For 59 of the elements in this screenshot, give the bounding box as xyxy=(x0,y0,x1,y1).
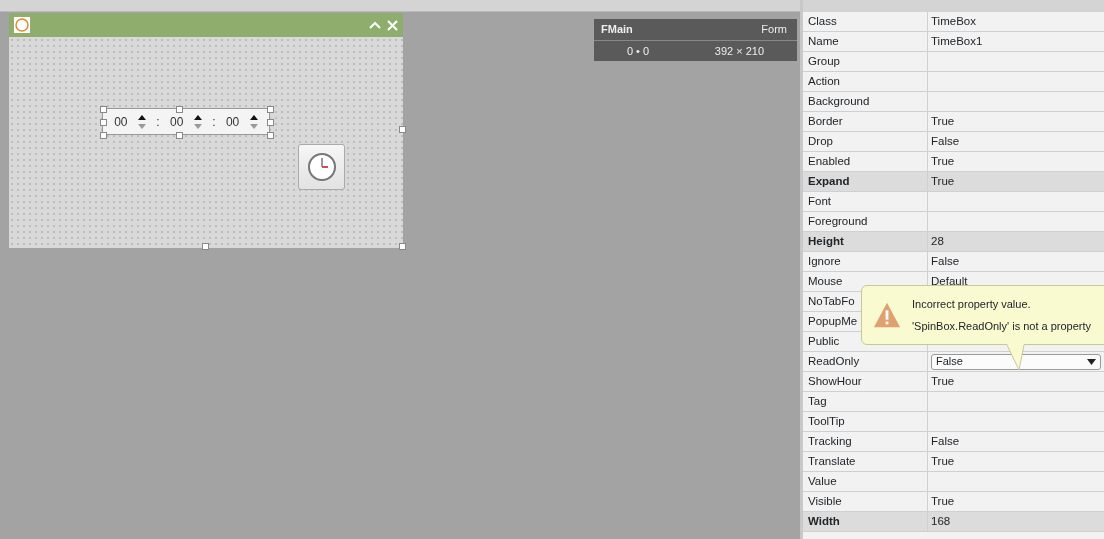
position-label: 0 • 0 xyxy=(626,43,650,59)
property-name: Foreground xyxy=(803,212,928,231)
property-name: Background xyxy=(803,92,928,111)
property-name: Ignore xyxy=(803,252,928,271)
form-type: Form xyxy=(761,22,787,37)
property-value: 28 xyxy=(931,233,944,249)
property-name: Expand xyxy=(803,172,928,191)
clock-icon xyxy=(306,152,337,182)
property-name: Name xyxy=(803,32,928,51)
property-name: Visible xyxy=(803,492,928,511)
property-value: Default xyxy=(931,273,968,289)
property-name: ReadOnly xyxy=(803,352,928,371)
property-value: True xyxy=(931,173,955,189)
property-name: Font xyxy=(803,192,928,211)
property-value: True xyxy=(931,453,955,469)
property-value: True xyxy=(931,493,955,509)
value-dropdown[interactable]: False xyxy=(931,353,1101,370)
time-separator: : xyxy=(156,113,160,131)
property-name: Class xyxy=(803,12,928,31)
clock-button[interactable] xyxy=(298,144,345,190)
time-field[interactable]: 00 xyxy=(225,112,240,131)
property-name: Enabled xyxy=(803,152,928,171)
warning-icon xyxy=(872,301,902,329)
property-name: Value xyxy=(803,472,928,491)
property-value: False xyxy=(931,253,960,269)
collapse-icon[interactable] xyxy=(369,19,381,30)
time-separator: : xyxy=(212,113,216,131)
resize-handle[interactable] xyxy=(176,106,183,113)
resize-handle[interactable] xyxy=(399,243,406,250)
property-name: Translate xyxy=(803,452,928,471)
resize-handle[interactable] xyxy=(399,126,406,133)
time-field[interactable]: 00 xyxy=(114,112,128,131)
property-value: False xyxy=(931,133,960,149)
property-value: True xyxy=(931,113,955,129)
property-value: 168 xyxy=(931,513,951,529)
property-name: Tracking xyxy=(803,432,928,451)
form-name: FMain xyxy=(601,22,633,37)
property-value: True xyxy=(931,373,955,389)
time-box[interactable]: 00 : 00 : 00 xyxy=(102,108,270,135)
property-name: Drop xyxy=(803,132,928,151)
property-name: Action xyxy=(803,72,928,91)
property-value: True xyxy=(931,153,955,169)
property-name: Group xyxy=(803,52,928,71)
property-name: Width xyxy=(803,512,928,531)
time-field[interactable]: 00 xyxy=(170,112,184,131)
property-name: ToolTip xyxy=(803,412,928,431)
property-value: TimeBox xyxy=(931,13,976,29)
property-name: ShowHour xyxy=(803,372,928,391)
app-icon xyxy=(14,17,30,33)
property-value: TimeBox1 xyxy=(931,33,983,49)
size-label: 392 × 210 xyxy=(714,43,765,59)
resize-handle[interactable] xyxy=(176,132,183,139)
property-value: False xyxy=(931,433,960,449)
close-icon[interactable] xyxy=(387,19,398,31)
property-name: Height xyxy=(803,232,928,251)
caret-icon xyxy=(1087,358,1096,365)
resize-handle[interactable] xyxy=(202,243,209,250)
property-name: Border xyxy=(803,112,928,131)
property-name: Tag xyxy=(803,392,928,411)
